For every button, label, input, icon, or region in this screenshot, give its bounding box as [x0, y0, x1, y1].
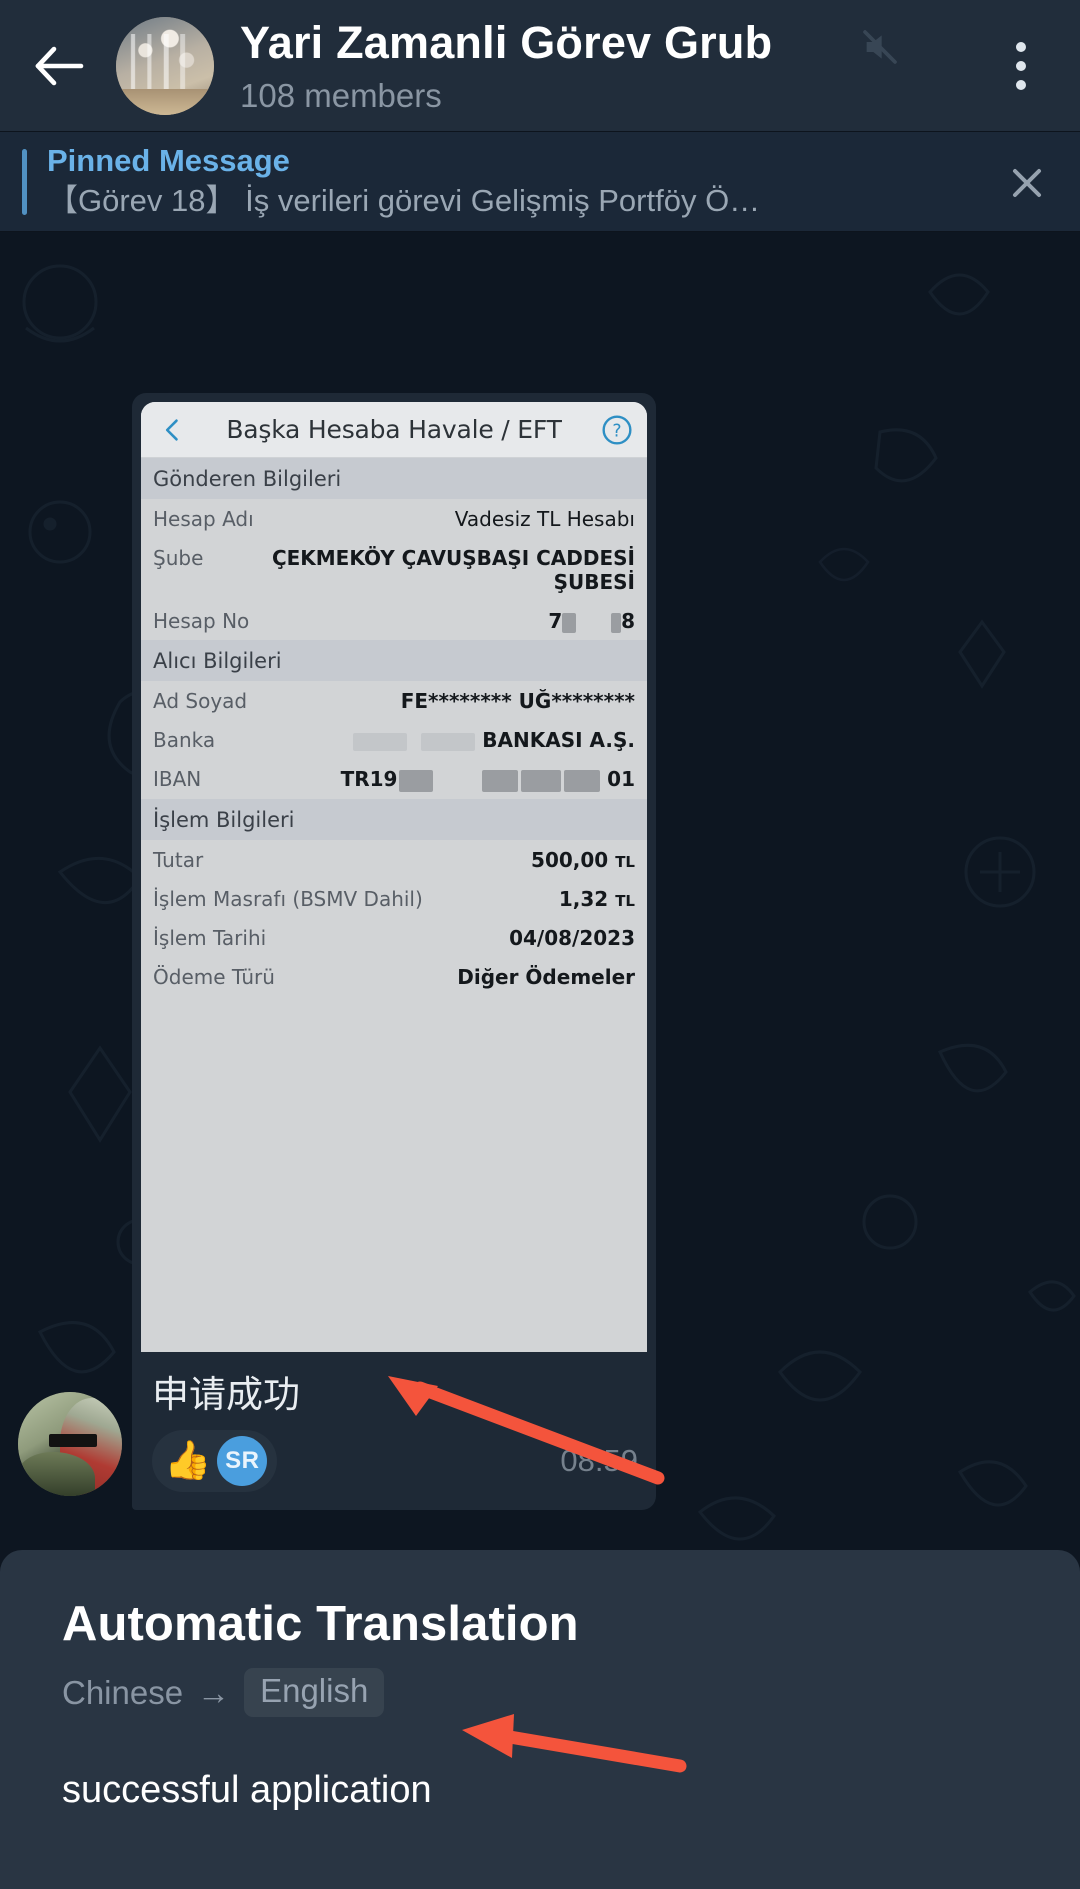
mute-icon [863, 29, 897, 64]
translation-title: Automatic Translation [62, 1597, 579, 1651]
pinned-message-bar[interactable]: Pinned Message 【Görev 18】 İş verileri gö… [0, 132, 1080, 232]
automatic-translation-sheet: Automatic Translation Chinese → English … [0, 1550, 1080, 1889]
avatar: SR [217, 1435, 268, 1486]
pinned-message-text: 【Görev 18】 İş verileri görevi Gelişmiş P… [47, 182, 761, 218]
bank-receipt-image[interactable]: Başka Hesaba Havale / EFT ? Gönderen Bil… [141, 402, 647, 1352]
receipt-row-key: Ödeme Türü [153, 964, 275, 989]
chevron-left-icon [165, 419, 178, 441]
language-pair-row: Chinese → English [62, 1668, 1018, 1717]
receipt-row-key: Şube [153, 546, 204, 570]
receipt-row: Tutar 500,00 TL [141, 840, 647, 879]
receipt-row: İşlem Tarihi 04/08/2023 [141, 918, 647, 957]
receipt-row-value: 04/08/2023 [509, 925, 635, 950]
translated-text: successful application [62, 1769, 432, 1811]
receipt-row-value: ÇEKMEKÖY ÇAVUŞBAŞI CADDESİ ŞUBESİ [271, 546, 635, 594]
target-language-chip[interactable]: English [244, 1668, 385, 1717]
currency-unit: TL [615, 891, 635, 910]
receipt-row-key: İşlem Masrafı (BSMV Dahil) [153, 886, 423, 911]
message-text: 申请成功 [152, 1372, 300, 1416]
receipt-row-key: Banka [153, 728, 216, 752]
pinned-accent-line [22, 148, 27, 215]
chat-message-list: Başka Hesaba Havale / EFT ? Gönderen Bil… [0, 232, 1080, 1550]
chat-header-text[interactable]: Yari Zamanli Görev Grub 108 members [240, 15, 988, 117]
receipt-row-value: Diğer Ödemeler [457, 964, 635, 989]
close-icon[interactable] [996, 151, 1058, 213]
receipt-row-value: 1,32 TL [558, 886, 635, 911]
svg-text:?: ? [612, 422, 621, 442]
receipt-row-value: 500,00 TL [531, 847, 635, 872]
reaction-pill[interactable]: 👍 SR [152, 1429, 278, 1492]
source-language: Chinese [62, 1673, 184, 1711]
receipt-row-key: Ad Soyad [153, 689, 248, 713]
currency-unit: TL [615, 852, 635, 871]
receipt-row-key: Tutar [153, 847, 204, 872]
receipt-back-button[interactable] [153, 410, 193, 450]
receipt-section-heading: İşlem Bilgileri [141, 798, 647, 840]
overflow-menu-icon [1016, 41, 1026, 52]
help-circle-icon[interactable]: ? [601, 414, 633, 446]
receipt-row: Ad Soyad FE******** UĞ******** [141, 681, 647, 720]
receipt-section-heading: Gönderen Bilgileri [141, 458, 647, 499]
receipt-row-value-redacted: BANKASI A.Ş. [353, 728, 635, 752]
pinned-message-label: Pinned Message [47, 142, 290, 178]
receipt-row: İşlem Masrafı (BSMV Dahil) 1,32 TL [141, 879, 647, 918]
receipt-row-value-redacted: 7 8 [548, 609, 635, 633]
page-title: Yari Zamanli Görev Grub [240, 16, 773, 68]
receipt-blank-area [141, 995, 647, 1352]
receipt-row: Hesap No 7 8 [141, 601, 647, 640]
avatar[interactable] [18, 1392, 122, 1496]
chat-header: Yari Zamanli Görev Grub 108 members [0, 0, 1080, 132]
pinned-message-body: Pinned Message 【Görev 18】 İş verileri gö… [47, 142, 982, 222]
receipt-row-key: İşlem Tarihi [153, 925, 267, 950]
receipt-section-heading: Alıcı Bilgileri [141, 640, 647, 681]
member-count: 108 members [240, 76, 442, 114]
receipt-row-value-redacted: TR19 01 [340, 767, 635, 792]
telegram-chat-screen: Yari Zamanli Görev Grub 108 members Pinn… [0, 0, 1080, 1889]
receipt-row: Banka BANKASI A.Ş. [141, 720, 647, 759]
overflow-menu-button[interactable] [988, 29, 1054, 103]
receipt-row: Ödeme Türü Diğer Ödemeler [141, 957, 647, 996]
message-footer: 👍 SR 08:59 [132, 1424, 656, 1510]
group-avatar[interactable] [116, 16, 214, 115]
receipt-row: Hesap Adı Vadesiz TL Hesabı [141, 499, 647, 538]
message-bubble[interactable]: Başka Hesaba Havale / EFT ? Gönderen Bil… [132, 393, 656, 1510]
back-arrow-icon [35, 46, 84, 85]
thumbs-up-icon: 👍 [164, 1439, 212, 1482]
receipt-row: Şube ÇEKMEKÖY ÇAVUŞBAŞI CADDESİ ŞUBESİ [141, 538, 647, 601]
back-button[interactable] [26, 33, 92, 99]
receipt-appbar: Başka Hesaba Havale / EFT ? [141, 402, 647, 458]
receipt-row-key: IBAN [153, 767, 202, 791]
receipt-row: IBAN TR19 01 [141, 759, 647, 799]
receipt-row-value: FE******** UĞ******** [400, 689, 635, 713]
message-timestamp: 08:59 [560, 1442, 638, 1478]
receipt-row-key: Hesap No [153, 609, 250, 633]
receipt-row-value: Vadesiz TL Hesabı [454, 507, 635, 531]
receipt-title: Başka Hesaba Havale / EFT [226, 415, 562, 444]
receipt-row-key: Hesap Adı [153, 507, 254, 531]
arrow-right-icon: → [197, 1673, 231, 1711]
